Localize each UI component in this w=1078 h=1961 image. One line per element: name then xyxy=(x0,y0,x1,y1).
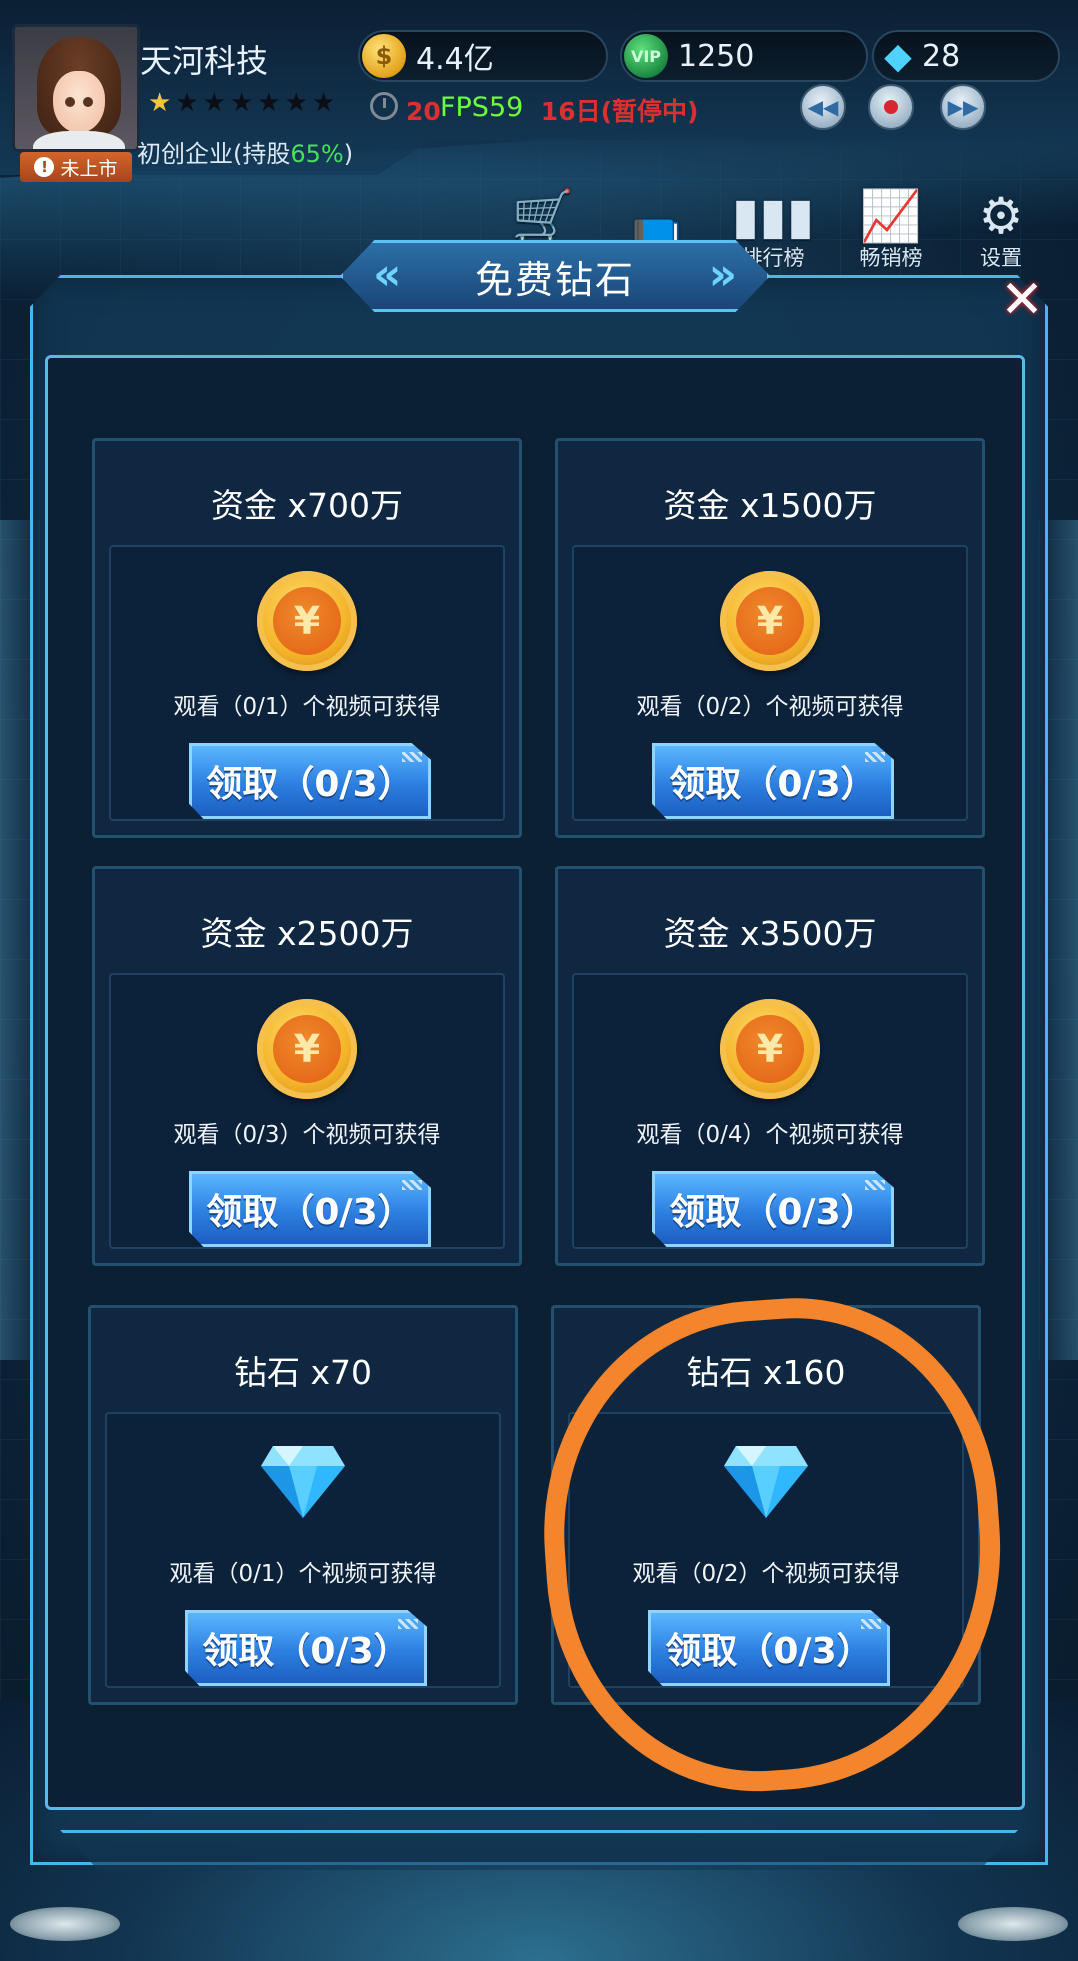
chevron-right-icon: » xyxy=(708,249,737,300)
gold-coin-icon: ¥ xyxy=(257,571,357,671)
rewind-icon: ◀◀ xyxy=(807,95,839,119)
close-icon: ✕ xyxy=(1000,270,1044,330)
claim-button[interactable]: 领取（0/3） xyxy=(189,1171,431,1247)
claim-button[interactable]: 领取（0/3） xyxy=(652,1171,894,1247)
star-icon: ★ xyxy=(202,88,226,118)
reward-body: ¥ 观看（0/1）个视频可获得 领取（0/3） xyxy=(109,545,505,821)
reward-title: 钻石 x160 xyxy=(686,1353,846,1392)
clock-icon xyxy=(370,92,398,120)
company-rating: ★ ★ ★ ★ ★ ★ ★ xyxy=(148,90,335,116)
avatar-face xyxy=(53,71,105,133)
gold-coin-icon: ¥ xyxy=(720,571,820,671)
star-icon: ★ xyxy=(175,88,199,118)
close-button[interactable]: ✕ xyxy=(996,274,1048,326)
fps-counter: FPS59 xyxy=(440,92,524,123)
chevron-left-icon: « xyxy=(373,249,402,300)
reward-title: 钻石 x70 xyxy=(233,1353,372,1392)
company-name: 天河科技 xyxy=(140,42,269,80)
star-icon: ★ xyxy=(148,88,172,118)
rewind-button[interactable]: ◀◀ xyxy=(800,84,846,130)
reward-card: 钻石 x160 观看（0/2）个视频可获得 领取（0/3） xyxy=(551,1305,981,1705)
avatar-eye xyxy=(65,97,75,107)
menu-settings[interactable]: ⚙ 设置 xyxy=(954,178,1048,272)
reward-card: 资金 x2500万 ¥ 观看（0/3）个视频可获得 领取（0/3） xyxy=(92,866,522,1266)
unlisted-label: 未上市 xyxy=(60,157,118,180)
green-gem-icon: VIP xyxy=(624,34,668,78)
reward-title: 资金 x700万 xyxy=(210,486,403,525)
reward-card: 钻石 x70 观看（0/1）个视频可获得 领取（0/3） xyxy=(88,1305,518,1705)
warning-icon: ! xyxy=(34,157,55,177)
reward-title: 资金 x2500万 xyxy=(200,914,414,953)
top-hud: ! 未上市 天河科技 ★ ★ ★ ★ ★ ★ ★ 初创企业(持股65%) $ 4.4亿 VI… xyxy=(0,0,1078,185)
gold-value: 4.4亿 xyxy=(416,42,494,77)
yen-icon: ¥ xyxy=(273,587,341,655)
dialog-title: 免费钻石 xyxy=(474,257,635,302)
claim-button[interactable]: 领取（0/3） xyxy=(189,743,431,819)
avatar-body xyxy=(33,131,125,149)
status-prefix: 初创企业(持股 xyxy=(137,140,291,168)
dialog-bottom-frame xyxy=(60,1830,1018,1870)
floor-light-left xyxy=(10,1907,120,1941)
gold-coin-icon: ¥ xyxy=(720,999,820,1099)
dialog-title-banner: « 免费钻石 » xyxy=(340,240,770,312)
game-date-tail: 16日(暂停中) xyxy=(540,97,699,126)
gear-icon: ⚙ xyxy=(978,187,1024,245)
diamond-counter[interactable]: ◆ 28 xyxy=(872,30,1060,82)
star-icon: ★ xyxy=(257,88,281,118)
game-date-head: 20 xyxy=(406,97,441,126)
reward-body: 观看（0/1）个视频可获得 领取（0/3） xyxy=(105,1412,501,1688)
floor-light-right xyxy=(958,1907,1068,1941)
gold-counter[interactable]: $ 4.4亿 xyxy=(358,30,608,82)
star-icon: ★ xyxy=(229,88,254,118)
menu-bestseller[interactable]: 📈 畅销榜 xyxy=(844,178,938,272)
unlisted-badge: ! 未上市 xyxy=(20,152,132,182)
yen-icon: ¥ xyxy=(736,587,804,655)
green-currency-counter[interactable]: VIP 1250 xyxy=(620,30,868,82)
avatar-eye xyxy=(83,97,93,107)
claim-button[interactable]: 领取（0/3） xyxy=(185,1610,427,1686)
reward-card: 资金 x3500万 ¥ 观看（0/4）个视频可获得 领取（0/3） xyxy=(555,866,985,1266)
company-status: 初创企业(持股65%) xyxy=(137,134,353,169)
watch-requirement: 观看（0/4）个视频可获得 xyxy=(636,1122,904,1148)
claim-button[interactable]: 领取（0/3） xyxy=(652,743,894,819)
watch-requirement: 观看（0/1）个视频可获得 xyxy=(173,694,441,720)
star-icon: ★ xyxy=(311,88,336,118)
reward-body: 观看（0/2）个视频可获得 领取（0/3） xyxy=(568,1412,964,1688)
record-dot-icon xyxy=(884,100,898,114)
pause-button[interactable] xyxy=(868,84,914,130)
watch-requirement: 观看（0/2）个视频可获得 xyxy=(636,694,904,720)
avatar[interactable] xyxy=(12,24,140,152)
cart-icon: 🛒 xyxy=(511,187,575,245)
menu-settings-label: 设置 xyxy=(980,246,1022,270)
green-currency-value: 1250 xyxy=(678,38,755,74)
diamond-value: 28 xyxy=(922,38,961,74)
trend-chart-icon: 📈 xyxy=(859,187,923,245)
reward-title: 资金 x3500万 xyxy=(663,914,877,953)
fast-forward-icon: ▶▶ xyxy=(947,95,979,119)
reward-card: 资金 x1500万 ¥ 观看（0/2）个视频可获得 领取（0/3） xyxy=(555,438,985,838)
gold-coin-icon: $ xyxy=(362,34,406,78)
watch-requirement: 观看（0/2）个视频可获得 xyxy=(632,1561,900,1587)
watch-requirement: 观看（0/3）个视频可获得 xyxy=(173,1122,441,1148)
fast-forward-button[interactable]: ▶▶ xyxy=(940,84,986,130)
menu-bestseller-label: 畅销榜 xyxy=(859,246,923,270)
yen-icon: ¥ xyxy=(273,1015,341,1083)
reward-body: ¥ 观看（0/3）个视频可获得 领取（0/3） xyxy=(109,973,505,1249)
diamond-icon: ◆ xyxy=(884,35,912,77)
claim-button[interactable]: 领取（0/3） xyxy=(648,1610,890,1686)
reward-body: ¥ 观看（0/4）个视频可获得 领取（0/3） xyxy=(572,973,968,1249)
bar-chart-icon: ▮▮▮ xyxy=(731,187,815,245)
holding-percent: 65% xyxy=(290,140,344,168)
reward-body: ¥ 观看（0/2）个视频可获得 领取（0/3） xyxy=(572,545,968,821)
status-suffix: ) xyxy=(343,140,354,168)
reward-title: 资金 x1500万 xyxy=(663,486,877,525)
reward-card: 资金 x700万 ¥ 观看（0/1）个视频可获得 领取（0/3） xyxy=(92,438,522,838)
watch-requirement: 观看（0/1）个视频可获得 xyxy=(169,1561,437,1587)
gold-coin-icon: ¥ xyxy=(257,999,357,1099)
star-icon: ★ xyxy=(284,88,308,118)
diamond-icon xyxy=(724,1446,808,1518)
yen-icon: ¥ xyxy=(736,1015,804,1083)
diamond-icon xyxy=(261,1446,345,1518)
